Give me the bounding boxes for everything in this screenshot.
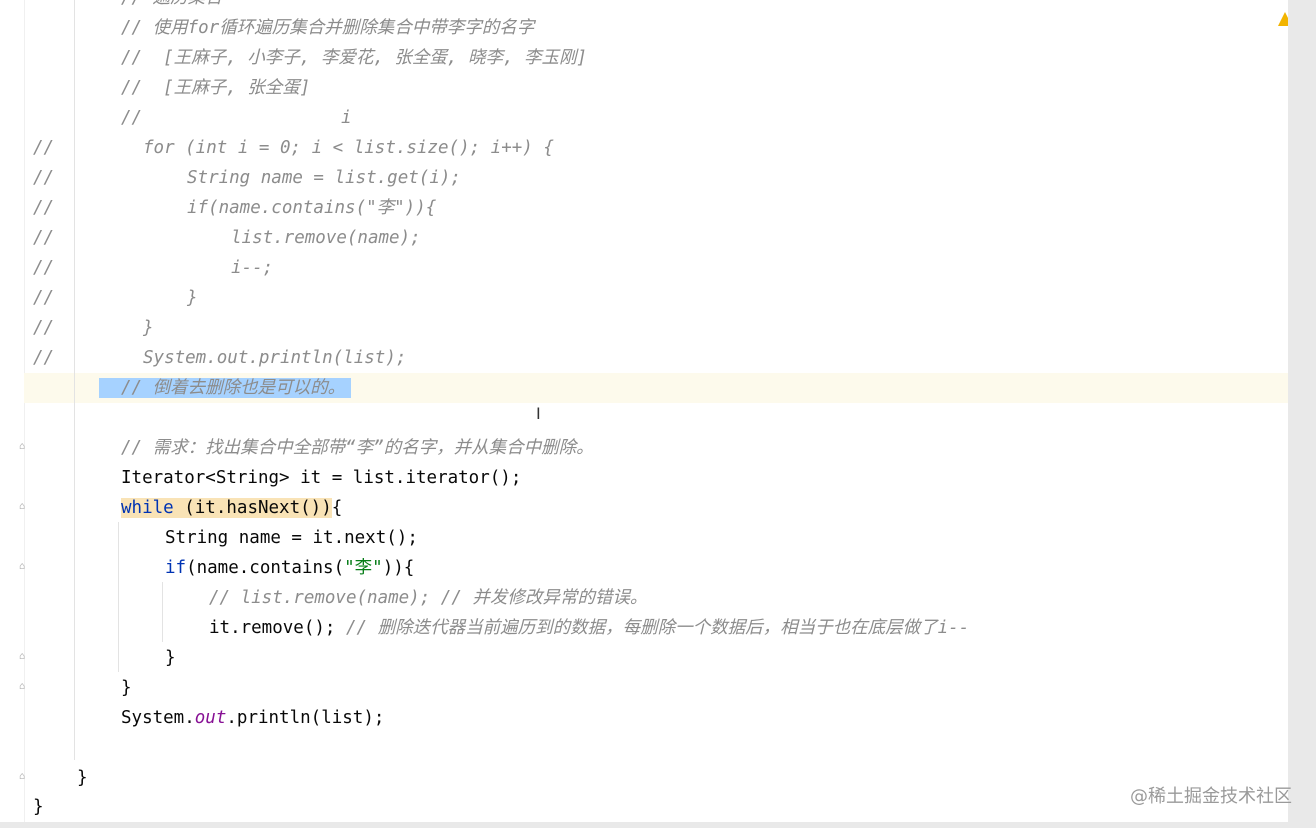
code-line: }	[33, 797, 44, 817]
code-line: if(name.contains("李")){	[187, 198, 437, 218]
watermark: @稀土掘金技术社区	[1130, 786, 1292, 807]
code-line: //	[33, 198, 55, 218]
code-line: Iterator<String> it = list.iterator();	[121, 468, 522, 488]
indent-guide	[118, 522, 119, 672]
indent-guide	[74, 0, 75, 760]
code-line: //	[33, 348, 55, 368]
indent-guide	[162, 582, 163, 642]
code-line: String name = list.get(i);	[187, 168, 461, 188]
fold-marker-icon[interactable]: ⌂	[17, 561, 27, 573]
editor-gutter: ⌂ ⌂ ⌂ ⌂ ⌂ ⌂	[0, 0, 25, 822]
code-line: // list.remove(name); // 并发修改异常的错误。	[209, 588, 648, 608]
fold-marker-icon[interactable]: ⌂	[17, 441, 27, 453]
code-line: //	[33, 168, 55, 188]
text-selection[interactable]: // 倒着去删除也是可以的。	[99, 378, 352, 398]
code-line: // [王麻子, 小李子, 李爱花, 张全蛋, 晓李, 李玉刚]	[121, 48, 588, 68]
fold-marker-icon[interactable]: ⌂	[17, 651, 27, 663]
code-line: // 需求：找出集合中全部带“李”的名字，并从集合中删除。	[121, 438, 594, 458]
code-line: }	[143, 318, 154, 338]
code-line: list.remove(name);	[231, 228, 421, 248]
code-line: }	[187, 288, 198, 308]
code-line: }	[165, 648, 176, 668]
warning-icon[interactable]	[1278, 12, 1288, 26]
code-line: System.out.println(list);	[121, 708, 385, 728]
code-line: i--;	[231, 258, 274, 278]
code-line: //	[33, 138, 55, 158]
code-line: // 遍历集合	[121, 0, 223, 13]
code-editor[interactable]: ⌂ ⌂ ⌂ ⌂ ⌂ ⌂ // 遍历集合 // 使用for循环遍历集合并删除集合中…	[0, 0, 1288, 822]
code-line: //	[33, 318, 55, 338]
code-line: //	[33, 258, 55, 278]
code-line: String name = it.next();	[165, 528, 418, 548]
code-line: while (it.hasNext()){	[121, 498, 343, 518]
code-line: }	[77, 768, 88, 788]
code-line: //	[33, 228, 55, 248]
fold-marker-icon[interactable]: ⌂	[17, 771, 27, 783]
code-line: // 使用for循环遍历集合并删除集合中带李字的名字	[121, 18, 535, 38]
fold-marker-icon[interactable]: ⌂	[17, 681, 27, 693]
fold-marker-icon[interactable]: ⌂	[17, 501, 27, 513]
code-line: System.out.println(list);	[143, 348, 407, 368]
code-line: for (int i = 0; i < list.size(); i++) {	[143, 138, 554, 158]
text-caret-icon: I	[536, 404, 541, 423]
selected-code-line[interactable]: // 倒着去删除也是可以的。	[99, 373, 352, 403]
code-line: //	[33, 288, 55, 308]
code-line: //	[121, 108, 143, 128]
code-line: if(name.contains("李")){	[165, 558, 415, 578]
code-line: i	[341, 108, 352, 128]
code-line: }	[121, 678, 132, 698]
code-line: it.remove(); // 删除迭代器当前遍历到的数据，每删除一个数据后，相…	[209, 618, 970, 638]
code-line: // [王麻子, 张全蛋]	[121, 78, 311, 98]
